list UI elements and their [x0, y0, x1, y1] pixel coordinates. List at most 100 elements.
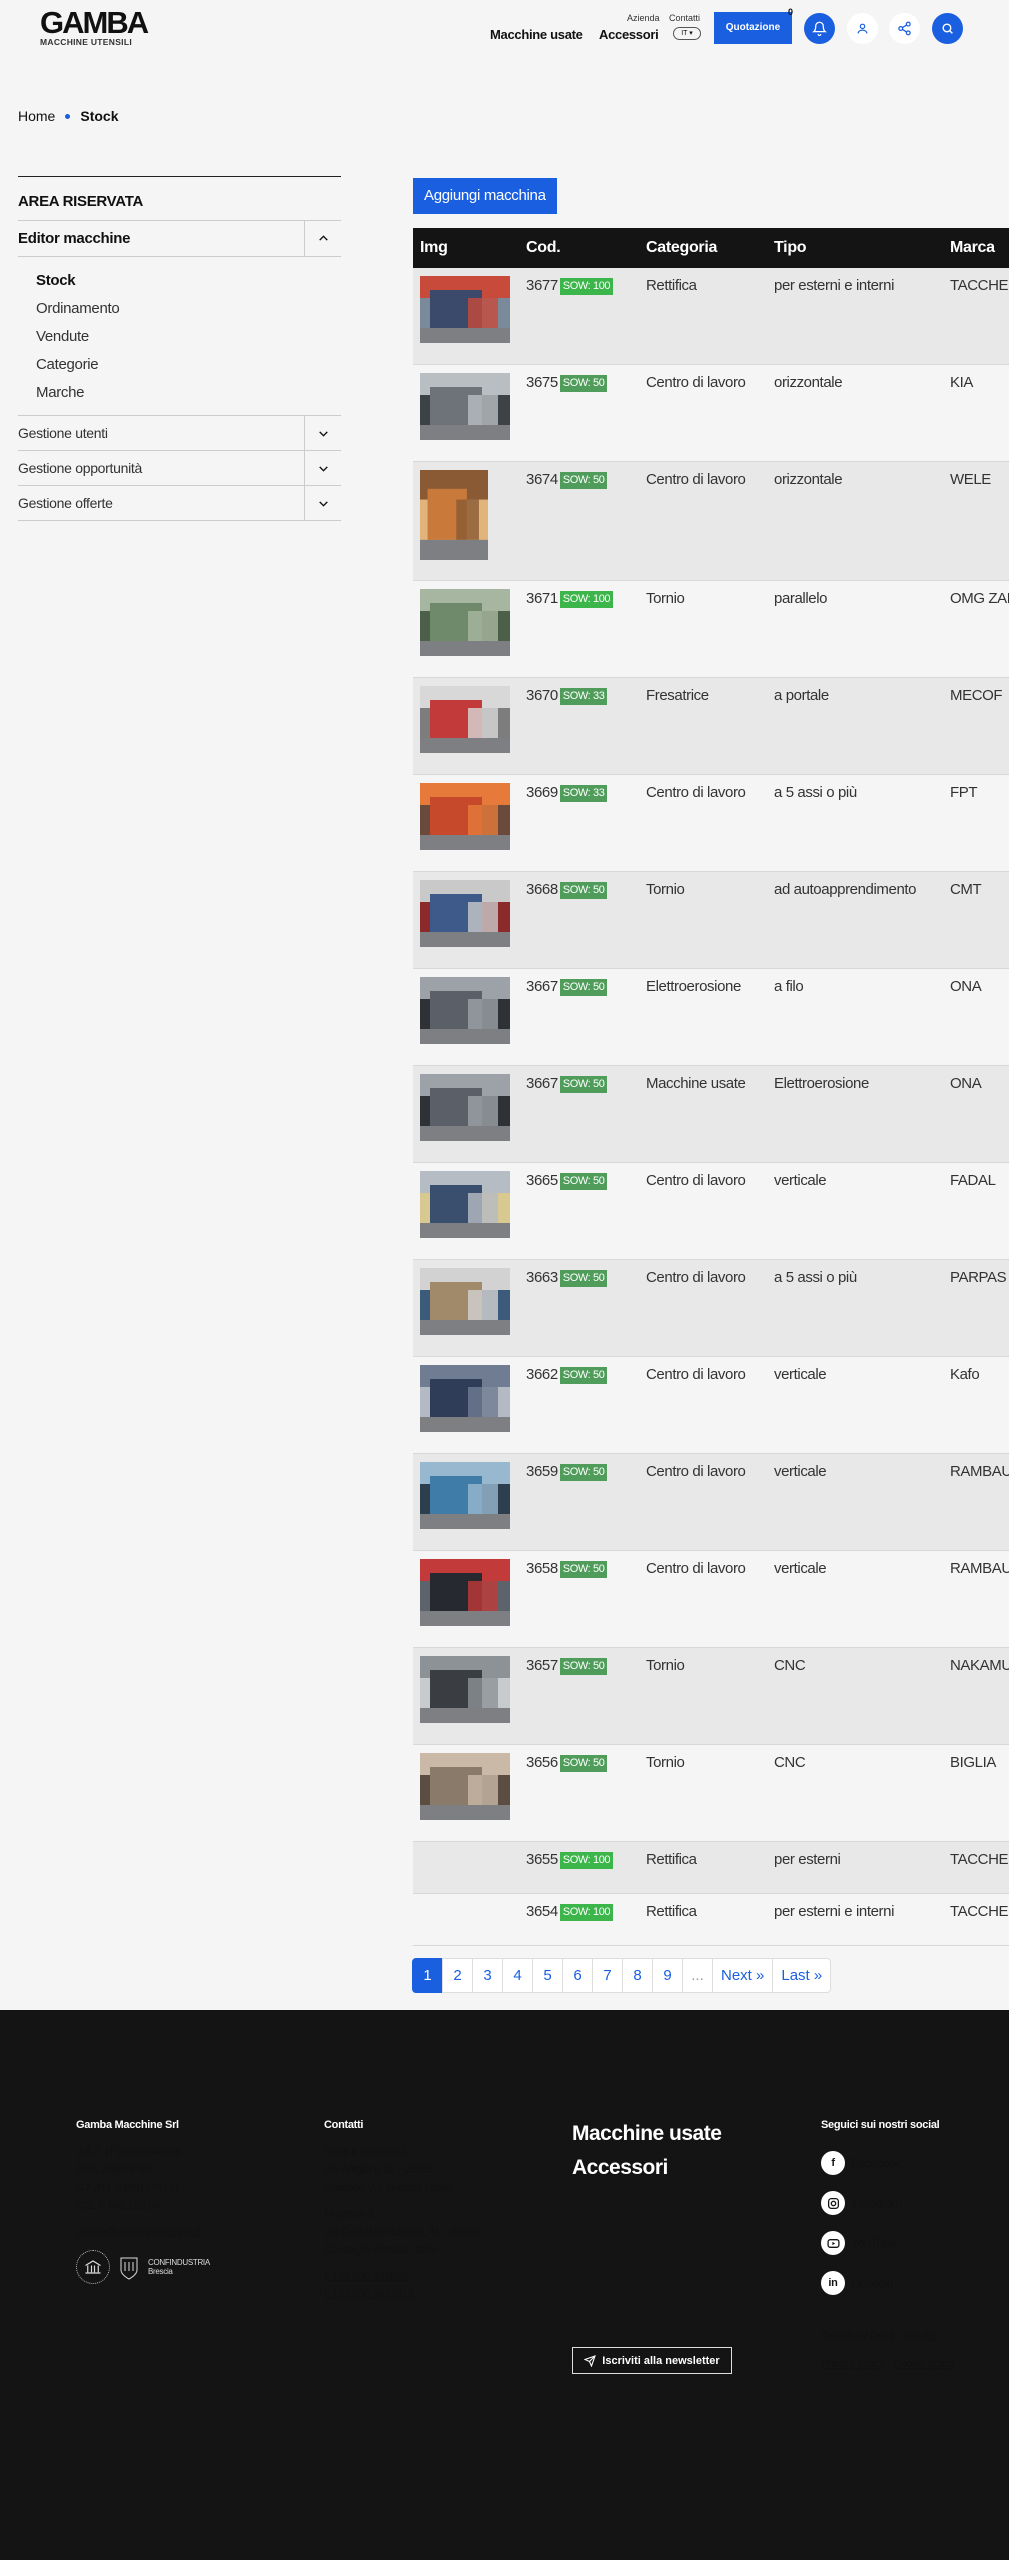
table-row[interactable]: 3657SOW: 50TornioCNCNAKAMURA	[413, 1648, 1009, 1745]
social-youtube[interactable]: YouTube	[821, 2223, 1001, 2263]
newsletter-button[interactable]: Iscriviti alla newsletter	[572, 2347, 732, 2374]
footer-legal: Design by Dexa - Credits Privacy policy …	[821, 2327, 1001, 2373]
machine-photo[interactable]	[420, 373, 510, 440]
pagination-page[interactable]: 5	[532, 1958, 563, 1993]
table-row[interactable]: 3674 SOW: 50 Centro di lavoro orizzontale WE…	[413, 462, 1009, 581]
dexa-link[interactable]: Dexa	[870, 2330, 895, 2342]
pagination-page[interactable]: 1	[412, 1958, 443, 1993]
machine-photo[interactable]	[420, 1268, 510, 1335]
company-email-link[interactable]: offerte@gambamacchine.it	[76, 2223, 276, 2241]
machine-photo[interactable]	[420, 880, 510, 947]
machine-photo[interactable]	[420, 783, 510, 850]
privacy-policy-link[interactable]: Privacy policy	[821, 2358, 884, 2370]
table-row[interactable]: 3675 SOW: 50 Centro di lavoro orizzontale KI…	[413, 365, 1009, 462]
machine-photo[interactable]	[420, 1656, 510, 1723]
table-row[interactable]: 3669 SOW: 33 Centro di lavoro a 5 assi o pi…	[413, 775, 1009, 872]
header-cod[interactable]: Cod.	[526, 239, 646, 257]
search-icon	[942, 23, 953, 34]
table-row[interactable]: 3655SOW: 100Rettificaper esterniTACCHELL…	[413, 1842, 1009, 1894]
cod-number: 3675	[526, 374, 558, 391]
sidebar-item-vendute[interactable]: Vendute	[36, 323, 341, 351]
table-row[interactable]: 3668 SOW: 50 Tornio ad autoapprendimento CMT	[413, 872, 1009, 969]
gamba-logo[interactable]: GAMBA MACCHINE UTENSILI	[40, 7, 149, 47]
machine-photo[interactable]	[420, 1753, 510, 1820]
pagination-page[interactable]: 9	[652, 1958, 683, 1993]
pagination-nav-link[interactable]: Last »	[772, 1958, 832, 1993]
machine-photo[interactable]	[420, 589, 510, 656]
header-tipo[interactable]: Tipo	[774, 239, 950, 257]
machine-photo[interactable]	[420, 1559, 510, 1626]
expand-toggle[interactable]	[304, 451, 341, 485]
quote-count-badge: 0	[788, 7, 794, 17]
machine-photo[interactable]	[420, 470, 488, 560]
marca-cell: RAMBAUDI	[950, 1463, 1009, 1480]
sidebar-item-marche[interactable]: Marche	[36, 379, 341, 407]
credits-link[interactable]: Credits	[903, 2330, 936, 2342]
pagination-page[interactable]: 6	[562, 1958, 593, 1993]
cod-cell: 3677 SOW: 100	[526, 268, 646, 295]
sidebar-item-stock[interactable]: Stock	[36, 267, 341, 295]
expand-toggle[interactable]	[304, 486, 341, 520]
machine-photo[interactable]	[420, 1074, 510, 1141]
sidebar-section-gestione-offerte[interactable]: Gestione offerte	[18, 486, 341, 521]
machine-photo[interactable]	[420, 1365, 510, 1432]
language-selector[interactable]: IT ▾	[673, 27, 701, 40]
nav-azienda[interactable]: Azienda	[627, 13, 660, 23]
table-row[interactable]: 3671SOW: 100TornioparalleloOMG ZANOTTI	[413, 581, 1009, 678]
table-row[interactable]: 3658 SOW: 50 Centro di lavoro verticale RAMB…	[413, 1551, 1009, 1648]
sidebar-item-categorie[interactable]: Categorie	[36, 351, 341, 379]
table-row[interactable]: 3670 SOW: 33 Fresatrice a portale MECOF	[413, 678, 1009, 775]
phone-link[interactable]: t. +39 030 8913312	[324, 2285, 524, 2303]
footer-link-macchine-usate[interactable]: Macchine usate	[572, 2117, 722, 2151]
social-facebook[interactable]: f Facebook	[821, 2143, 1001, 2183]
pagination-page[interactable]: 4	[502, 1958, 533, 1993]
user-button[interactable]	[847, 13, 878, 44]
pagination-page[interactable]: 3	[472, 1958, 503, 1993]
table-row[interactable]: 3665 SOW: 50 Centro di lavoro verticale FADA…	[413, 1163, 1009, 1260]
sidebar-section-editor[interactable]: Editor macchine	[18, 221, 341, 257]
pagination-page[interactable]: 2	[442, 1958, 473, 1993]
instagram-icon	[821, 2191, 845, 2215]
site-header: GAMBA MACCHINE UTENSILI Macchine usate A…	[0, 0, 1009, 60]
table-row[interactable]: 3667 SOW: 50 Elettroerosione a filo ONA	[413, 969, 1009, 1066]
pagination-page[interactable]: 8	[622, 1958, 653, 1993]
machine-photo[interactable]	[420, 686, 510, 753]
sidebar-section-gestione-utenti[interactable]: Gestione utenti	[18, 416, 341, 451]
table-row[interactable]: 3656 SOW: 50 Tornio CNC BIGLIA	[413, 1745, 1009, 1842]
social-instagram[interactable]: Instagram	[821, 2183, 1001, 2223]
pagination-page[interactable]: 7	[592, 1958, 623, 1993]
table-row[interactable]: 3659 SOW: 50 Centro di lavoro verticale RAMB…	[413, 1454, 1009, 1551]
header-img[interactable]: Img	[413, 239, 526, 257]
social-linkedin[interactable]: in Linkedin	[821, 2263, 1001, 2303]
table-row[interactable]: 3663 SOW: 50 Centro di lavoro a 5 assi o pi…	[413, 1260, 1009, 1357]
machine-photo[interactable]	[420, 276, 510, 343]
expand-toggle[interactable]	[304, 416, 341, 450]
nav-contatti[interactable]: Contatti	[669, 13, 700, 23]
nav-macchine-usate[interactable]: Macchine usate	[490, 27, 583, 42]
table-row[interactable]: 3667 SOW: 50 Macchine usate Elettroerosione…	[413, 1066, 1009, 1163]
sidebar-item-ordinamento[interactable]: Ordinamento	[36, 295, 341, 323]
footer-link-accessori[interactable]: Accessori	[572, 2151, 721, 2185]
cookie-policy-link[interactable]: Cookie policy	[893, 2358, 955, 2370]
table-row[interactable]: 3654 SOW: 100 Rettifica per esterni e inter…	[413, 1894, 1009, 1946]
collapse-toggle[interactable]	[304, 221, 341, 256]
machine-photo[interactable]	[420, 977, 510, 1044]
breadcrumb-home[interactable]: Home	[18, 108, 55, 124]
table-row[interactable]: 3677 SOW: 100 Rettifica per esterni e inter…	[413, 268, 1009, 365]
table-row[interactable]: 3662 SOW: 50 Centro di lavoro verticale Kafo	[413, 1357, 1009, 1454]
machine-photo[interactable]	[420, 1462, 510, 1529]
machine-photo[interactable]	[420, 1171, 510, 1238]
sidebar-section-gestione-opportunita[interactable]: Gestione opportunità	[18, 451, 341, 486]
share-button[interactable]	[889, 13, 920, 44]
add-machine-button[interactable]: Aggiungi macchina	[413, 178, 557, 214]
header-categoria[interactable]: Categoria	[646, 239, 774, 257]
phone-link[interactable]: t. +39 030 831096	[324, 2267, 524, 2285]
search-button[interactable]	[932, 13, 963, 44]
header-marca[interactable]: Marca	[950, 239, 1009, 257]
categoria-cell: Centro di lavoro	[646, 784, 746, 801]
pagination-nav-link[interactable]: Next »	[712, 1958, 774, 1993]
nav-accessori[interactable]: Accessori	[599, 27, 659, 42]
tipo-cell: per esterni	[774, 1851, 841, 1868]
quote-button[interactable]: Quotazione	[714, 12, 792, 44]
notifications-button[interactable]	[804, 13, 835, 44]
